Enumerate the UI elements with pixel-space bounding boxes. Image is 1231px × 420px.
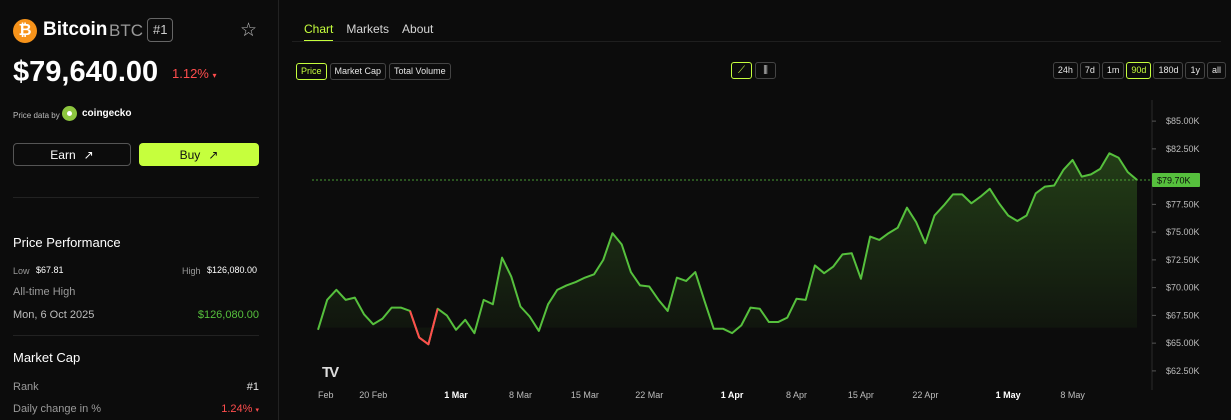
y-tick-label: $82.50K bbox=[1166, 144, 1200, 154]
tab-markets[interactable]: Markets bbox=[346, 22, 389, 42]
y-tick-label: $75.00K bbox=[1166, 227, 1200, 237]
arrow-up-right-icon: ↗ bbox=[83, 147, 94, 162]
coin-sidebar: ₿ Bitcoin BTC #1 ☆ $79,640.00 1.12% ▾ Pr… bbox=[0, 0, 279, 420]
x-tick-label: 22 Apr bbox=[912, 390, 938, 400]
low-label: Low bbox=[13, 266, 30, 276]
market-cap-title: Market Cap bbox=[13, 350, 81, 365]
rank-badge: #1 bbox=[147, 18, 174, 42]
coin-symbol: BTC bbox=[109, 21, 143, 40]
main-tabs: Chart Markets About bbox=[304, 22, 433, 42]
arrow-up-right-icon: ↗ bbox=[208, 147, 219, 162]
metric-selector: Price Market Cap Total Volume bbox=[296, 63, 451, 80]
x-tick-label: 15 Apr bbox=[848, 390, 874, 400]
earn-button-label: Earn bbox=[50, 147, 76, 162]
price-source-name[interactable]: coingecko bbox=[82, 108, 131, 119]
tabs-divider bbox=[292, 41, 1221, 42]
x-tick-label: 8 Mar bbox=[509, 390, 532, 400]
x-tick-label: 1 May bbox=[996, 390, 1021, 400]
coingecko-icon bbox=[62, 106, 77, 121]
y-tick-label: $77.50K bbox=[1166, 199, 1200, 209]
x-tick-label: 8 May bbox=[1060, 390, 1085, 400]
range-180d-button[interactable]: 180d bbox=[1153, 62, 1184, 79]
high-label: High bbox=[182, 266, 201, 276]
x-tick-label: 8 Apr bbox=[786, 390, 807, 400]
price-change-value: 1.12% bbox=[172, 66, 209, 81]
high-value: $126,080.00 bbox=[207, 265, 258, 275]
time-range-selector: 24h 7d 1m 90d 180d 1y all bbox=[1052, 62, 1226, 79]
divider bbox=[13, 335, 259, 336]
y-tick-label: $65.00K bbox=[1166, 338, 1200, 348]
range-all-button[interactable]: all bbox=[1206, 62, 1226, 79]
buy-button-label: Buy bbox=[179, 147, 201, 162]
current-price: $79,640.00 bbox=[13, 56, 159, 88]
range-1y-button[interactable]: 1y bbox=[1185, 62, 1205, 79]
caret-down-icon: ▾ bbox=[212, 71, 217, 80]
price-source-label: Price data by bbox=[13, 111, 60, 120]
chart-view-selector: ⟋ ⫼ bbox=[731, 62, 776, 79]
y-tick-label: $72.50K bbox=[1166, 255, 1200, 265]
range-1m-button[interactable]: 1m bbox=[1101, 62, 1125, 79]
range-90d-button[interactable]: 90d bbox=[1126, 62, 1152, 79]
caret-down-icon: ▾ bbox=[255, 407, 259, 414]
price-chart[interactable]: $62.50K $65.00K $67.50K $70.00K $72.50K $75.0… bbox=[292, 100, 1231, 410]
metric-market-cap-button[interactable]: Market Cap bbox=[329, 63, 387, 80]
line-chart-icon[interactable]: ⟋ bbox=[731, 62, 752, 79]
tab-chart[interactable]: Chart bbox=[304, 22, 334, 42]
price-chart-svg[interactable]: $62.50K $65.00K $67.50K $70.00K $72.50K $75.0… bbox=[292, 100, 1231, 410]
tradingview-watermark-icon: TV bbox=[322, 364, 339, 381]
metric-total-volume-button[interactable]: Total Volume bbox=[389, 63, 451, 80]
rank-label: Rank bbox=[13, 381, 39, 393]
x-tick-label: Feb bbox=[318, 390, 334, 400]
ath-value: $126,080.00 bbox=[197, 309, 259, 321]
candlestick-icon[interactable]: ⫼ bbox=[755, 62, 776, 79]
range-7d-button[interactable]: 7d bbox=[1079, 62, 1100, 79]
x-tick-label: 1 Apr bbox=[721, 390, 744, 400]
ath-date: Mon, 6 Oct 2025 bbox=[13, 309, 95, 321]
price-area bbox=[318, 153, 1137, 345]
bitcoin-logo-icon: ₿ bbox=[13, 19, 37, 43]
y-tick-label: $85.00K bbox=[1166, 116, 1200, 126]
divider bbox=[13, 197, 259, 198]
x-tick-label: 20 Feb bbox=[359, 390, 387, 400]
ath-label: All-time High bbox=[13, 286, 76, 298]
y-tick-label: $70.00K bbox=[1166, 283, 1200, 293]
y-tick-label: $67.50K bbox=[1166, 310, 1200, 320]
earn-button[interactable]: Earn ↗ bbox=[13, 143, 131, 166]
range-24h-button[interactable]: 24h bbox=[1052, 62, 1078, 79]
star-icon[interactable]: ☆ bbox=[240, 19, 257, 42]
tab-about[interactable]: About bbox=[402, 22, 433, 42]
daily-change-value: 1.24% bbox=[221, 403, 253, 415]
metric-price-button[interactable]: Price bbox=[296, 63, 327, 80]
daily-change: 1.24% ▾ bbox=[221, 403, 259, 415]
y-tick-label: $62.50K bbox=[1166, 366, 1200, 376]
rank-value: #1 bbox=[246, 381, 259, 393]
buy-button[interactable]: Buy ↗ bbox=[139, 143, 259, 166]
x-tick-label: 15 Mar bbox=[571, 390, 599, 400]
low-value: $67.81 bbox=[36, 265, 64, 275]
x-tick-label: 22 Mar bbox=[635, 390, 663, 400]
daily-change-label: Daily change in % bbox=[13, 403, 102, 415]
price-performance-title: Price Performance bbox=[13, 235, 121, 250]
x-tick-label: 1 Mar bbox=[444, 390, 468, 400]
price-change: 1.12% ▾ bbox=[172, 66, 217, 81]
coin-name: Bitcoin bbox=[43, 19, 108, 40]
current-price-label: $79.70K bbox=[1157, 175, 1191, 185]
